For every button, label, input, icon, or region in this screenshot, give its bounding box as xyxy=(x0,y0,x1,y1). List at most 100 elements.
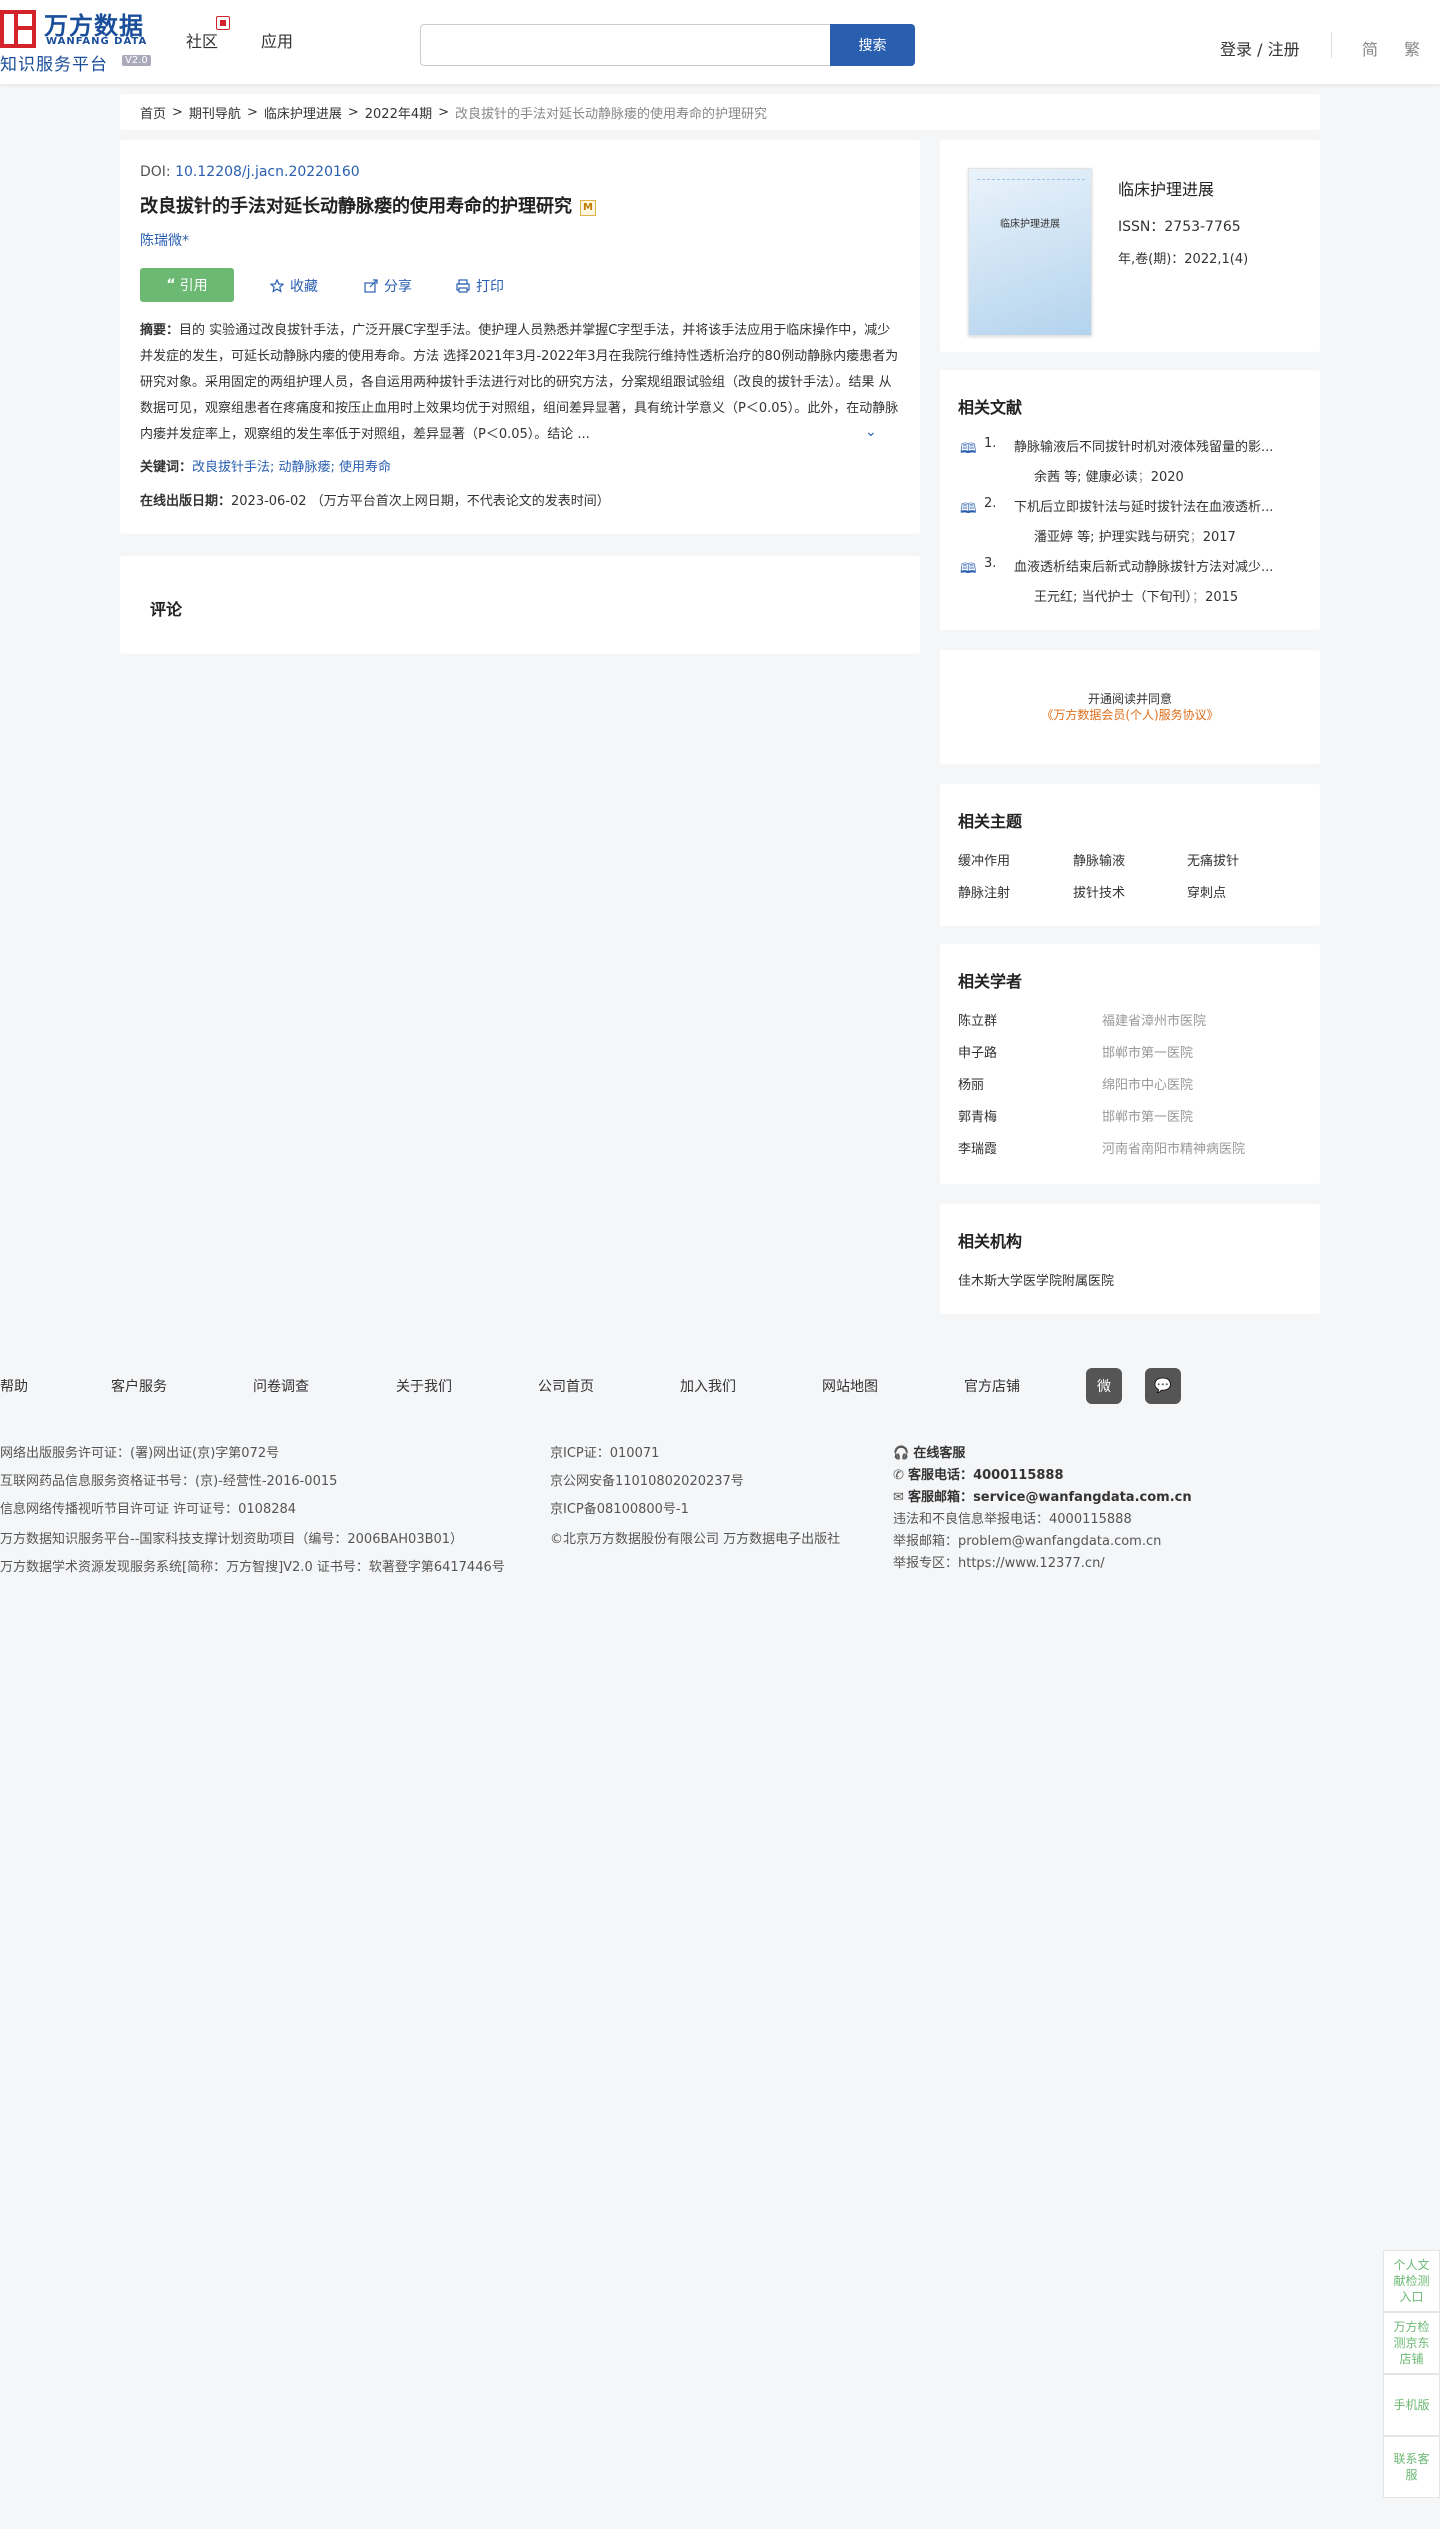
footer-link-service[interactable]: 客户服务 xyxy=(111,1376,167,1396)
online-service[interactable]: 🎧 在线客服 xyxy=(893,1442,965,1461)
journal-card: 临床护理进展 临床护理进展 ISSN：2753-7765 年,卷(期)：2022… xyxy=(940,140,1320,352)
scholar-org[interactable]: 绵阳市中心医院 xyxy=(1102,1074,1193,1093)
footer-link-join[interactable]: 加入我们 xyxy=(680,1376,736,1396)
search-button[interactable]: 搜索 xyxy=(830,24,915,66)
icp-text[interactable]: 京ICP备08100800号-1 xyxy=(550,1498,689,1517)
logo-en-text: WANFANG DATA xyxy=(46,36,148,47)
license-text: 网络出版服务许可证：(署)网出证(京)字第072号 xyxy=(0,1446,280,1461)
lang-simplified[interactable]: 简 xyxy=(1362,36,1378,60)
footer-link-about[interactable]: 关于我们 xyxy=(396,1376,452,1396)
related-topics-card: 相关主题 缓冲作用 静脉输液 无痛拔针 静脉注射 拔针技术 穿刺点 xyxy=(940,784,1320,926)
topic-tag[interactable]: 缓冲作用 xyxy=(958,850,1010,869)
phone-icon: ✆ xyxy=(893,1468,904,1483)
comment-card: 评论 xyxy=(120,556,920,654)
headset-icon: 🎧 xyxy=(893,1446,910,1461)
journal-title[interactable]: 临床护理进展 xyxy=(1118,176,1214,200)
report-phone: 违法和不良信息举报电话：4000115888 xyxy=(893,1512,1132,1527)
weibo-icon[interactable]: 微 xyxy=(1086,1368,1122,1404)
scholar-name[interactable]: 李瑞霞 xyxy=(958,1138,997,1157)
cover-title: 临床护理进展 xyxy=(1000,219,1060,230)
share-button[interactable]: 分享 xyxy=(364,276,412,296)
nav-community[interactable]: 社区 xyxy=(186,28,218,52)
scholar-name[interactable]: 杨丽 xyxy=(958,1074,984,1093)
scholar-name[interactable]: 陈立群 xyxy=(958,1010,997,1029)
related-institutions-card: 相关机构 佳木斯大学医学院附属医院 xyxy=(940,1204,1320,1314)
scholar-org[interactable]: 邯郸市第一医院 xyxy=(1102,1042,1193,1061)
related-scholars-card: 相关学者 陈立群 福建省漳州市医院 申子路 邯郸市第一医院 杨丽 绵阳市中心医院… xyxy=(940,944,1320,1184)
lang-traditional[interactable]: 繁 xyxy=(1404,36,1420,60)
abstract: 摘要：目的 实验通过改良拔针手法，广泛开展C字型手法。使护理人员熟悉并掌握C字型… xyxy=(140,323,899,442)
breadcrumb-home[interactable]: 首页 xyxy=(140,103,166,122)
related-topics-title: 相关主题 xyxy=(958,812,1023,831)
doi-link[interactable]: 10.12208/j.jacn.20220160 xyxy=(175,164,360,180)
comment-title: 评论 xyxy=(150,600,183,619)
service-phone: ✆ 客服电话：4000115888 xyxy=(893,1468,1064,1483)
print-button[interactable]: 打印 xyxy=(456,276,504,296)
float-mobile[interactable]: 手机版 xyxy=(1383,2374,1440,2436)
wanfang-logo[interactable]: 万方数据 WANFANG DATA 知识服务平台 V2.0 xyxy=(0,6,160,75)
star-icon xyxy=(270,279,284,293)
agreement-text: 开通阅读并同意 xyxy=(1087,692,1172,706)
breadcrumb-journal-nav[interactable]: 期刊导航 xyxy=(189,103,241,122)
icp-text[interactable]: 京ICP证：010071 xyxy=(550,1442,659,1461)
community-badge-icon xyxy=(216,16,230,30)
expand-chevron-icon[interactable]: ⌄ xyxy=(865,424,877,440)
related-scholars-title: 相关学者 xyxy=(958,972,1023,991)
nav-apps[interactable]: 应用 xyxy=(261,28,293,52)
article-title: 改良拔针的手法对延长动静脉瘘的使用寿命的护理研究 M xyxy=(140,192,596,218)
footer-link-survey[interactable]: 问卷调查 xyxy=(253,1376,309,1396)
float-contact[interactable]: 联系客服 xyxy=(1383,2436,1440,2498)
related-docs-title: 相关文献 xyxy=(958,398,1023,417)
journal-cover[interactable]: 临床护理进展 xyxy=(968,168,1092,336)
scholar-org[interactable]: 邯郸市第一医院 xyxy=(1102,1106,1193,1125)
wechat-icon[interactable]: 💬 xyxy=(1145,1368,1181,1404)
quote-icon: “ xyxy=(166,277,176,293)
breadcrumb-journal[interactable]: 临床护理进展 xyxy=(264,103,342,122)
footer-link-store[interactable]: 官方店铺 xyxy=(964,1376,1020,1396)
report-email[interactable]: 举报邮箱：problem@wanfangdata.com.cn xyxy=(893,1530,1161,1549)
topic-tag[interactable]: 穿刺点 xyxy=(1187,882,1226,901)
copyright-text: ©北京万方数据股份有限公司 万方数据电子出版社 xyxy=(550,1532,841,1547)
topic-tag[interactable]: 静脉输液 xyxy=(1073,850,1125,869)
scholar-name[interactable]: 申子路 xyxy=(958,1042,997,1061)
book-icon: 🕮 xyxy=(960,501,977,517)
float-doc-check[interactable]: 个人文献检测入口 xyxy=(1383,2250,1440,2312)
footer-link-home[interactable]: 公司首页 xyxy=(538,1376,594,1396)
scholar-org[interactable]: 福建省漳州市医院 xyxy=(1102,1010,1206,1029)
mobile-badge-icon: M xyxy=(580,200,596,216)
service-email[interactable]: ✉ 客服邮箱：service@wanfangdata.com.cn xyxy=(893,1486,1192,1505)
icp-text[interactable]: 京公网安备11010802020237号 xyxy=(550,1470,744,1489)
license-text: 万方数据知识服务平台--国家科技支撑计划资助项目（编号：2006BAH03B01… xyxy=(0,1532,464,1547)
doi-line: DOI: 10.12208/j.jacn.20220160 xyxy=(140,164,360,180)
institution-link[interactable]: 佳木斯大学医学院附属医院 xyxy=(958,1270,1114,1289)
agreement-link[interactable]: 《万方数据会员(个人)服务协议》 xyxy=(940,706,1320,723)
book-icon: 🕮 xyxy=(960,561,977,577)
topic-tag[interactable]: 静脉注射 xyxy=(958,882,1010,901)
breadcrumb-current: 改良拔针的手法对延长动静脉瘘的使用寿命的护理研究 xyxy=(455,106,768,122)
publish-date: 在线出版日期：2023-06-02 （万方平台首次上网日期，不代表论文的发表时间… xyxy=(140,494,610,509)
keyword-links[interactable]: 改良拔针手法; 动静脉瘘; 使用寿命 xyxy=(192,460,391,475)
license-text: 万方数据学术资源发现服务系统[简称：万方智搜]V2.0 证书号：软著登字第641… xyxy=(0,1560,505,1575)
topic-tag[interactable]: 拔针技术 xyxy=(1073,882,1125,901)
report-zone[interactable]: 举报专区：https://www.12377.cn/ xyxy=(893,1552,1105,1571)
related-institutions-title: 相关机构 xyxy=(958,1232,1023,1251)
top-header: 万方数据 WANFANG DATA 知识服务平台 V2.0 社区 应用 搜索 登… xyxy=(0,0,1440,84)
print-icon xyxy=(456,279,470,293)
author-link[interactable]: 陈瑞微* xyxy=(140,230,189,250)
license-text: 互联网药品信息服务资格证书号：(京)-经营性-2016-0015 xyxy=(0,1474,338,1489)
version-badge: V2.0 xyxy=(122,55,151,66)
cite-button[interactable]: “引用 xyxy=(140,268,234,302)
topic-tag[interactable]: 无痛拔针 xyxy=(1187,850,1239,869)
footer-link-help[interactable]: 帮助 xyxy=(0,1376,28,1396)
footer-link-sitemap[interactable]: 网站地图 xyxy=(822,1376,878,1396)
breadcrumb-issue[interactable]: 2022年4期 xyxy=(365,103,432,122)
scholar-org[interactable]: 河南省南阳市精神病医院 xyxy=(1102,1138,1245,1157)
scholar-name[interactable]: 郭青梅 xyxy=(958,1106,997,1125)
search-input[interactable] xyxy=(420,24,830,66)
favorite-button[interactable]: 收藏 xyxy=(270,276,318,296)
mail-icon: ✉ xyxy=(893,1490,904,1505)
keywords: 关键词：改良拔针手法; 动静脉瘘; 使用寿命 xyxy=(140,460,392,475)
footer: 帮助 客户服务 问卷调查 关于我们 公司首页 加入我们 网站地图 官方店铺 微 … xyxy=(0,1318,1440,2529)
float-jd-store[interactable]: 万方检测京东店铺 xyxy=(1383,2312,1440,2374)
login-register-link[interactable]: 登录 / 注册 xyxy=(1220,36,1300,60)
